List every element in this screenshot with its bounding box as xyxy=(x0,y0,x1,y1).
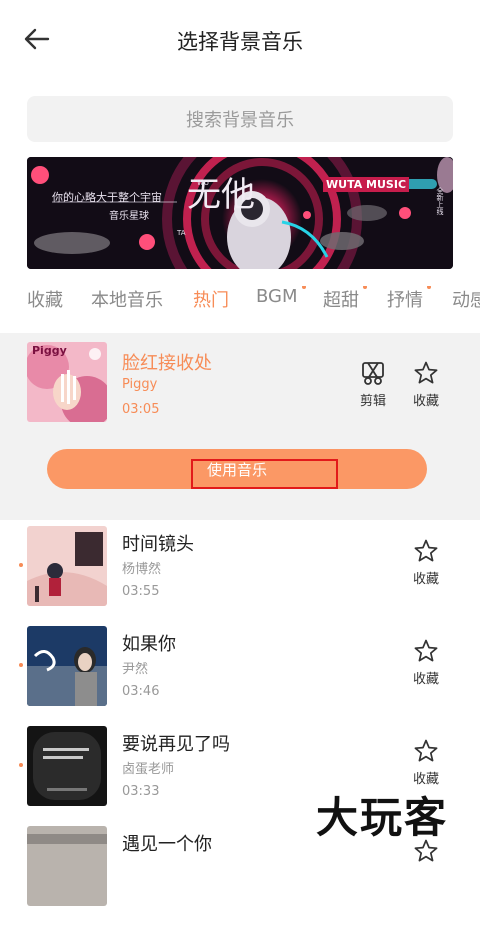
new-dot xyxy=(19,763,23,767)
star-icon xyxy=(414,639,438,662)
song-artist: 尹然 xyxy=(122,662,149,677)
tab-dynamic[interactable]: 动感 xyxy=(452,286,480,312)
favorite-label: 收藏 xyxy=(412,572,439,587)
banner-headline: 无他 xyxy=(187,175,255,215)
new-dot xyxy=(427,286,431,289)
album-art xyxy=(27,626,107,706)
selected-song-duration: 03:05 xyxy=(122,402,160,417)
song-duration: 03:33 xyxy=(122,784,160,799)
song-title: 要说再见了吗 xyxy=(122,734,230,755)
watermark: 大玩客 xyxy=(316,793,449,842)
favorite-label: 收藏 xyxy=(412,394,439,409)
new-dot xyxy=(301,286,306,289)
song-cover xyxy=(27,626,107,706)
favorite-button[interactable]: 收藏 xyxy=(405,360,447,409)
banner-side-note: 全新上线 xyxy=(436,187,444,215)
clip-button[interactable]: 剪辑 xyxy=(352,360,394,409)
song-row[interactable]: 时间镜头 杨博然 03:55 收藏 xyxy=(0,526,480,626)
highlight-box xyxy=(191,459,338,489)
promo-banner[interactable]: 无他 你的心略大于整个宇宙 音乐星球 WU TA WUTA MUSIC 全新上线 xyxy=(27,157,453,269)
banner-small-bottom: TA xyxy=(177,229,186,237)
favorite-button[interactable]: 收藏 xyxy=(405,738,447,787)
song-cover xyxy=(27,526,107,606)
category-tabs: 收藏 本地音乐 热门 BGM 超甜 抒情 动感 xyxy=(0,286,480,318)
song-title: 如果你 xyxy=(122,634,176,655)
star-icon xyxy=(414,361,438,384)
selected-song-artist: Piggy xyxy=(122,377,158,392)
album-art xyxy=(27,726,107,806)
song-duration: 03:46 xyxy=(122,684,160,699)
selected-song-title: 脸红接收处 xyxy=(122,353,212,374)
album-art xyxy=(27,526,107,606)
song-cover xyxy=(27,726,107,806)
clip-label: 剪辑 xyxy=(359,394,386,409)
favorite-button[interactable]: 收藏 xyxy=(405,638,447,687)
song-artist: 杨博然 xyxy=(122,562,162,577)
tab-favorites[interactable]: 收藏 xyxy=(27,286,63,312)
cover-label: Piggy xyxy=(32,344,67,357)
favorite-button[interactable]: 收藏 xyxy=(405,538,447,587)
song-artist: 卤蛋老师 xyxy=(122,762,175,777)
page-title: 选择背景音乐 xyxy=(177,30,303,54)
song-title: 遇见一个你 xyxy=(122,834,212,855)
favorite-label: 收藏 xyxy=(412,672,439,687)
new-dot xyxy=(19,663,23,667)
tab-hot[interactable]: 热门 xyxy=(193,286,229,312)
star-icon xyxy=(414,739,438,762)
song-cover xyxy=(27,826,107,906)
star-icon xyxy=(414,539,438,562)
tab-bgm[interactable]: BGM xyxy=(256,286,306,307)
banner-subline: 音乐星球 xyxy=(109,211,149,222)
new-dot xyxy=(363,286,367,289)
banner-tagline: 你的心略大于整个宇宙 xyxy=(52,191,162,204)
selected-song-cover[interactable]: Piggy xyxy=(27,342,107,422)
song-title: 时间镜头 xyxy=(122,534,194,555)
tab-lyrical[interactable]: 抒情 xyxy=(387,286,431,312)
scissors-icon xyxy=(362,362,384,385)
banner-small-top: WU xyxy=(197,179,210,187)
search-input[interactable]: 搜索背景音乐 xyxy=(27,96,453,142)
song-row[interactable]: 如果你 尹然 03:46 收藏 xyxy=(0,626,480,726)
new-dot xyxy=(19,563,23,567)
search-placeholder: 搜索背景音乐 xyxy=(186,110,294,131)
album-art xyxy=(27,826,107,906)
song-duration: 03:55 xyxy=(122,584,160,599)
tab-sweet[interactable]: 超甜 xyxy=(323,286,367,312)
tab-local-music[interactable]: 本地音乐 xyxy=(91,286,163,312)
banner-logo: WUTA MUSIC xyxy=(323,177,410,192)
